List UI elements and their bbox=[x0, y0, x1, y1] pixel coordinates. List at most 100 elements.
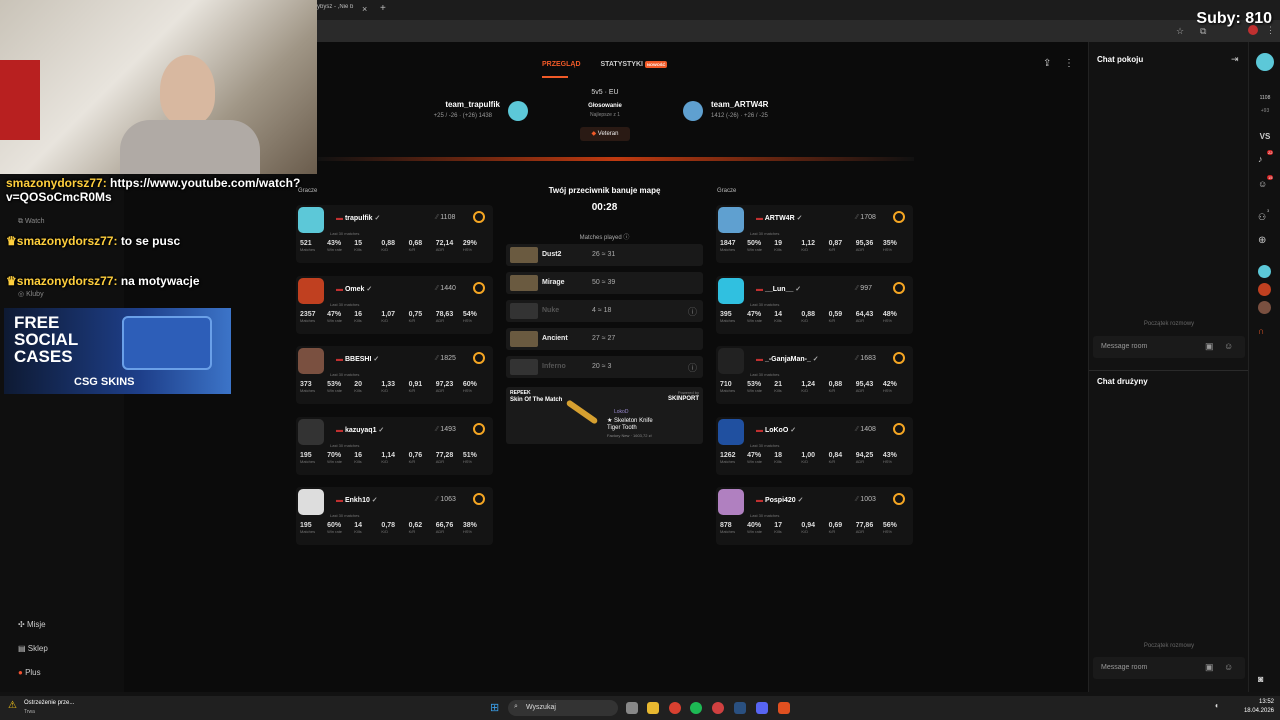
discord-icon[interactable] bbox=[756, 702, 768, 714]
volume-icon[interactable]: ◖ bbox=[1214, 701, 1219, 710]
party-icon[interactable]: ⚇ bbox=[1258, 212, 1266, 223]
tab-overview[interactable]: PRZEGLĄD bbox=[542, 61, 581, 68]
stat-label: K/R bbox=[408, 529, 416, 534]
app-icon[interactable] bbox=[778, 702, 790, 714]
share-icon[interactable]: ⇪ bbox=[1043, 58, 1051, 69]
player-card[interactable]: ▬ LoKoO ✓ ⁄⁄ 1408 Last 30 matches 1262 Match… bbox=[716, 417, 913, 475]
image-icon[interactable]: ▣ bbox=[1205, 341, 1214, 352]
level-icon bbox=[473, 352, 485, 364]
stat-value: 78,63 bbox=[435, 311, 454, 318]
player-card[interactable]: ▬ Pospi420 ✓ ⁄⁄ 1003 Last 30 matches 878 Mat… bbox=[716, 487, 913, 545]
chrome-icon[interactable] bbox=[669, 702, 681, 714]
stat-label: Matches bbox=[720, 247, 736, 252]
nav-watch[interactable]: ⧉ Watch bbox=[18, 218, 45, 226]
player-card[interactable]: ▬ _-GanjaMan-_ ✓ ⁄⁄ 1683 Last 30 matches 71… bbox=[716, 346, 913, 404]
headset-icon[interactable]: ∩ bbox=[1258, 326, 1264, 336]
nav-missions[interactable]: ✣ Misje bbox=[18, 620, 46, 629]
player-elo-value: 1708 bbox=[860, 214, 876, 221]
info-icon[interactable]: ⓘ bbox=[688, 361, 697, 374]
skin-item1: ★ Skeleton Knife bbox=[607, 418, 653, 424]
last30-label: Last 30 matches bbox=[330, 231, 360, 236]
taskview-icon[interactable] bbox=[626, 702, 638, 714]
player-elo-value: 1108 bbox=[440, 214, 456, 221]
faceit-logo-icon[interactable]: ◙ bbox=[1258, 674, 1263, 684]
room-message-input[interactable]: Message room ▣ ☺ bbox=[1093, 336, 1245, 358]
taskbar-search[interactable]: ⌕ Wyszukaj bbox=[508, 700, 618, 716]
tab-close-icon[interactable]: × bbox=[362, 4, 367, 14]
level-icon bbox=[893, 211, 905, 223]
more-icon[interactable]: ⋮ bbox=[1064, 58, 1074, 69]
windows-start-icon[interactable]: ⊞ bbox=[490, 701, 499, 714]
stat-label: Matches bbox=[300, 388, 316, 393]
add-icon[interactable]: ⊕ bbox=[1258, 235, 1266, 246]
flag-icon: ▬ bbox=[336, 286, 345, 293]
spotify-icon[interactable] bbox=[690, 702, 702, 714]
chat-divider bbox=[1089, 370, 1249, 371]
matches-played-label: Matches played ⓘ bbox=[506, 232, 703, 241]
match-mode: 5v5 · EU bbox=[591, 89, 619, 96]
nav-shop[interactable]: ▤ Sklep bbox=[18, 644, 48, 653]
friend-avatar-2[interactable] bbox=[1258, 283, 1271, 296]
player-card[interactable]: ▬ trapulfik ✓ ⁄⁄ 1108 Last 30 matches 521 Ma… bbox=[296, 205, 493, 263]
stat-value: 95,43 bbox=[855, 381, 874, 388]
team-image-icon[interactable]: ▣ bbox=[1205, 662, 1214, 673]
friend-avatar-3[interactable] bbox=[1258, 301, 1271, 314]
nav-clubs[interactable]: ◎ Kluby bbox=[18, 290, 44, 298]
taskbar: ⚠ Ostrzeżenie prze... Trwa ⊞ ⌕ Wyszukaj … bbox=[0, 696, 1280, 720]
team-emoji-icon[interactable]: ☺ bbox=[1224, 662, 1233, 672]
faceit-icon[interactable] bbox=[712, 702, 724, 714]
player-name: ▬ BBESHI ✓ bbox=[336, 355, 379, 363]
stat-label: Matches bbox=[300, 529, 316, 534]
friends-icon[interactable]: ☺ bbox=[1258, 179, 1267, 189]
room-input-placeholder: Message room bbox=[1101, 343, 1148, 350]
player-elo-value: 1825 bbox=[440, 355, 456, 362]
emoji-icon[interactable]: ☺ bbox=[1224, 341, 1233, 351]
team2-name: team_ARTW4R bbox=[711, 100, 769, 109]
player-card[interactable]: ▬ __Lun__ ✓ ⁄⁄ 997 Last 30 matches 395 Match… bbox=[716, 276, 913, 334]
case-image bbox=[122, 316, 212, 370]
collapse-chat-icon[interactable]: ⇥ bbox=[1231, 54, 1239, 65]
stat-label: Kills bbox=[354, 388, 362, 393]
map-item-ancient[interactable]: Ancient 27 ≈ 27 bbox=[506, 328, 703, 350]
stat-cell: 2357 Matches bbox=[300, 311, 327, 323]
tab-stats[interactable]: STATYSTYKI bbox=[600, 61, 643, 68]
user-avatar[interactable] bbox=[1256, 53, 1274, 71]
stat-label: K/R bbox=[828, 459, 836, 464]
crown-icon: ♛ bbox=[6, 234, 17, 248]
stat-label: ADR bbox=[855, 247, 865, 252]
verified-icon: ✓ bbox=[788, 427, 797, 434]
info-icon[interactable]: ⓘ bbox=[688, 305, 697, 318]
player-card[interactable]: ▬ kazuyaq1 ✓ ⁄⁄ 1493 Last 30 matches 195 Mat… bbox=[296, 417, 493, 475]
map-item-inferno[interactable]: Inferno 20 ≈ 3 ⓘ bbox=[506, 356, 703, 378]
stat-cell: 0,59 K/R bbox=[829, 311, 856, 323]
player-card[interactable]: ▬ BBESHI ✓ ⁄⁄ 1825 Last 30 matches 373 Match… bbox=[296, 346, 493, 404]
stat-cell: 14 Kills bbox=[774, 311, 801, 323]
skin-sponsor: SKINPORT bbox=[667, 396, 699, 402]
browser-tab[interactable]: ybysz - ,Nie b bbox=[317, 4, 377, 10]
steam-icon[interactable] bbox=[734, 702, 746, 714]
stat-label: K/D bbox=[801, 388, 809, 393]
notification-title[interactable]: Ostrzeżenie prze... bbox=[24, 700, 74, 706]
stat-value: 14 bbox=[774, 311, 783, 318]
team-message-input[interactable]: Message room ▣ ☺ bbox=[1093, 657, 1245, 679]
star-icon[interactable]: ☆ bbox=[1176, 26, 1184, 37]
player-card[interactable]: ▬ ARTW4R ✓ ⁄⁄ 1708 Last 30 matches 1847 Matc… bbox=[716, 205, 913, 263]
player-card[interactable]: ▬ Omek ✓ ⁄⁄ 1440 Last 30 matches 2357 Matche… bbox=[296, 276, 493, 334]
map-item-dust2[interactable]: Dust2 26 ≈ 31 bbox=[506, 244, 703, 266]
stat-value: 47% bbox=[747, 311, 762, 318]
stat-label: Matches bbox=[720, 388, 736, 393]
stat-label: K/R bbox=[828, 318, 836, 323]
player-card[interactable]: ▬ Enkh10 ✓ ⁄⁄ 1063 Last 30 matches 195 Match… bbox=[296, 487, 493, 545]
vs-button[interactable]: VS bbox=[1251, 132, 1279, 141]
skin-of-the-match[interactable]: REPEEK Skin Of The Match Powered by SKIN… bbox=[506, 387, 703, 444]
nav-plus[interactable]: ● Plus bbox=[18, 668, 41, 677]
stat-cell: 0,69 K/R bbox=[829, 522, 856, 534]
stat-label: K/D bbox=[801, 459, 809, 464]
friend-avatar-1[interactable] bbox=[1258, 265, 1271, 278]
bell-icon[interactable]: ♪ bbox=[1258, 154, 1263, 164]
explorer-icon[interactable] bbox=[647, 702, 659, 714]
map-item-nuke[interactable]: Nuke 4 ≈ 18 ⓘ bbox=[506, 300, 703, 322]
new-tab-button[interactable]: + bbox=[380, 3, 386, 14]
map-item-mirage[interactable]: Mirage 50 ≈ 39 bbox=[506, 272, 703, 294]
player-avatar bbox=[718, 278, 744, 304]
